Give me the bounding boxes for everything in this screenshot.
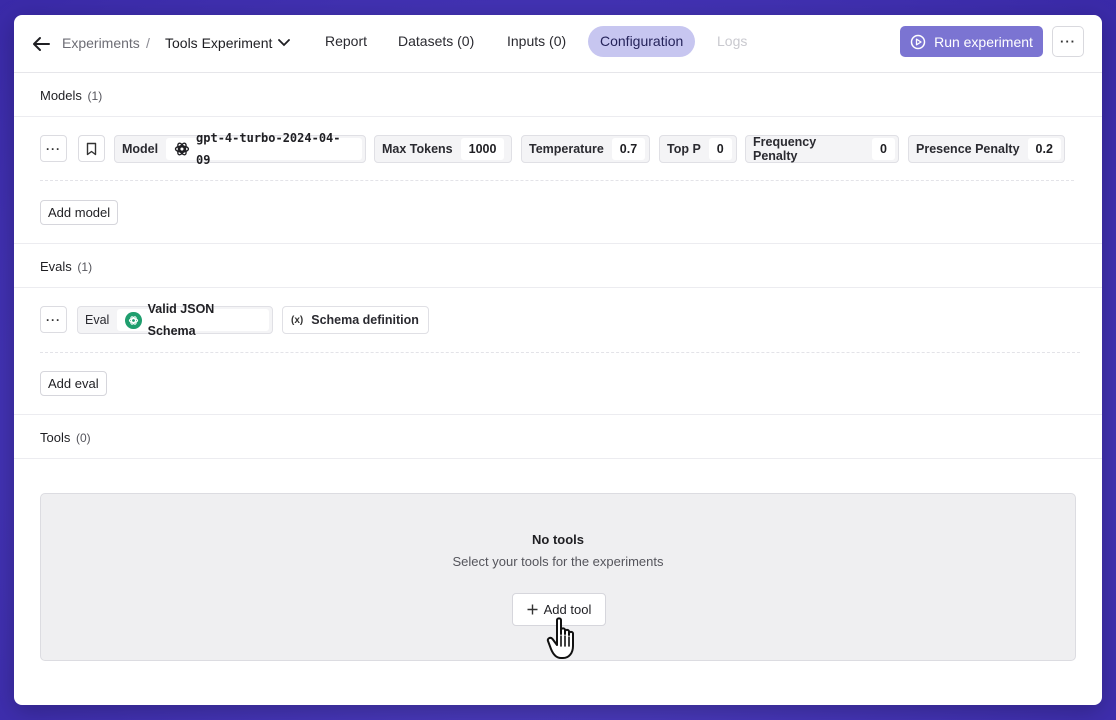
divider	[14, 414, 1102, 415]
model-more-button[interactable]: ···	[40, 135, 67, 162]
divider	[14, 458, 1102, 459]
tab-logs[interactable]: Logs	[705, 26, 759, 57]
plus-icon	[527, 604, 538, 615]
variable-icon: (x)	[291, 314, 304, 326]
bookmark-icon	[86, 142, 97, 155]
evals-count: (1)	[77, 260, 93, 274]
models-count: (1)	[87, 89, 103, 103]
divider	[14, 287, 1102, 288]
back-arrow-icon[interactable]	[30, 33, 52, 55]
empty-state-subtitle: Select your tools for the experiments	[452, 554, 664, 569]
presence-penalty-key: Presence Penalty	[916, 142, 1020, 156]
frequency-penalty-key: Frequency Penalty	[753, 135, 817, 163]
eval-badge-icon	[125, 311, 142, 329]
openai-icon	[174, 142, 190, 156]
schema-definition-chip[interactable]: (x) Schema definition	[282, 306, 429, 334]
max-tokens-key: Max Tokens	[382, 142, 453, 156]
tab-report[interactable]: Report	[313, 26, 379, 57]
dashed-divider	[40, 180, 1074, 181]
empty-state-title: No tools	[532, 532, 584, 547]
tab-inputs[interactable]: Inputs (0)	[495, 26, 578, 57]
add-tool-label: Add tool	[543, 602, 592, 617]
add-model-button[interactable]: Add model	[40, 200, 119, 225]
eval-value: Valid JSON Schema	[147, 302, 215, 338]
eval-value-box: Valid JSON Schema	[117, 302, 269, 338]
tools-title: Tools	[40, 430, 71, 445]
tools-count: (0)	[75, 431, 91, 445]
play-circle-icon	[910, 34, 926, 49]
top-p-value: 0	[708, 138, 732, 160]
top-p-key: Top P	[667, 142, 701, 156]
schema-definition-label: Schema definition	[311, 313, 419, 327]
presence-penalty-value: 0.2	[1027, 138, 1061, 160]
presence-penalty-chip[interactable]: Presence Penalty 0.2	[908, 135, 1065, 163]
models-section-title: Models (1)	[40, 88, 102, 103]
max-tokens-chip[interactable]: Max Tokens 1000	[374, 135, 512, 163]
divider	[14, 243, 1102, 244]
temperature-chip[interactable]: Temperature 0.7	[521, 135, 650, 163]
model-key: Model	[122, 142, 159, 156]
more-options-button[interactable]: ···	[1052, 26, 1084, 57]
eval-more-button[interactable]: ···	[40, 306, 67, 333]
add-eval-button[interactable]: Add eval	[40, 371, 107, 396]
breadcrumb-experiments[interactable]: Experiments	[62, 35, 140, 51]
temperature-key: Temperature	[529, 142, 604, 156]
eval-chip[interactable]: Eval Valid JSON Schema	[77, 302, 273, 338]
divider	[14, 116, 1102, 117]
frequency-penalty-value: 0	[872, 138, 895, 160]
tab-configuration[interactable]: Configuration	[588, 26, 696, 57]
tab-datasets[interactable]: Datasets (0)	[386, 26, 486, 57]
frequency-penalty-chip[interactable]: Frequency Penalty 0	[745, 135, 899, 163]
model-value: gpt-4-turbo-2024-04-09	[196, 131, 341, 167]
model-value-box: gpt-4-turbo-2024-04-09	[166, 131, 362, 167]
evals-section-title: Evals (1)	[40, 259, 92, 274]
run-experiment-button[interactable]: Run experiment	[900, 26, 1043, 57]
top-p-chip[interactable]: Top P 0	[659, 135, 737, 163]
eval-key: Eval	[85, 313, 110, 327]
max-tokens-value: 1000	[460, 138, 505, 160]
experiment-selector[interactable]: Tools Experiment	[165, 35, 291, 51]
hand-cursor-icon	[546, 617, 574, 659]
breadcrumb-separator: /	[146, 35, 150, 51]
bookmark-button[interactable]	[78, 135, 105, 162]
chevron-down-icon	[278, 39, 291, 47]
models-title: Models	[40, 88, 82, 103]
model-chip[interactable]: Model gpt-4-turbo-2024-04-09	[114, 131, 366, 167]
tools-section-title: Tools (0)	[40, 430, 91, 445]
experiment-name: Tools Experiment	[165, 35, 273, 51]
dashed-divider	[40, 352, 1080, 353]
app-window: Experiments / Tools Experiment Report Da…	[14, 15, 1102, 705]
top-bar: Experiments / Tools Experiment Report Da…	[14, 15, 1102, 73]
evals-title: Evals	[40, 259, 72, 274]
run-experiment-label: Run experiment	[934, 33, 1033, 50]
temperature-value: 0.7	[611, 138, 646, 160]
